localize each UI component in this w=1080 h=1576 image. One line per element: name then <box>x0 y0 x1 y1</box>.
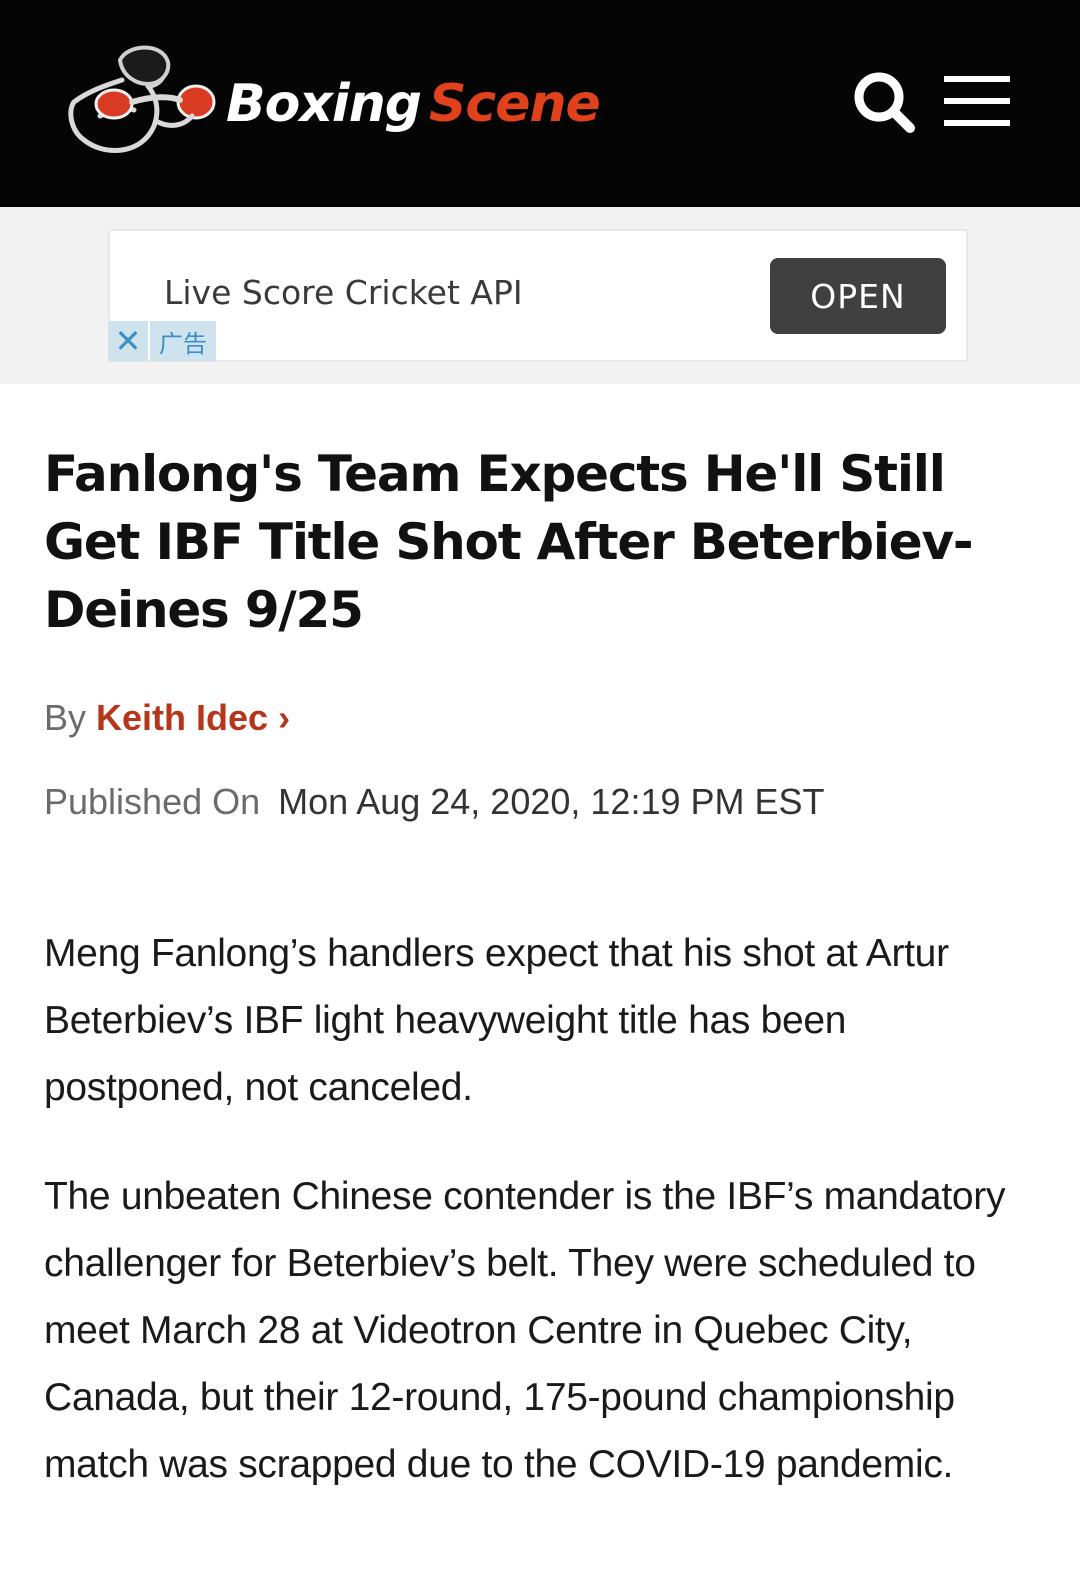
hamburger-menu-icon <box>944 76 1010 126</box>
ad-close-icon[interactable]: ✕ <box>108 321 148 361</box>
author-link[interactable]: Keith Idec <box>96 697 268 738</box>
article: Fanlong's Team Expects He'll Still Get I… <box>0 440 1080 1498</box>
logo-word-scene: Scene <box>428 74 601 134</box>
logo-word-boxing: Boxing <box>226 74 422 134</box>
ad-banner-area: Live Score Cricket API OPEN ✕ 广告 <box>0 207 1080 384</box>
chevron-right-icon[interactable]: › <box>278 697 290 738</box>
search-icon <box>854 72 915 133</box>
boxer-logo-icon <box>68 45 216 153</box>
ad-label: 广告 <box>150 321 216 361</box>
published-date: Mon Aug 24, 2020, 12:19 PM EST <box>278 781 825 822</box>
published-line: Published On Mon Aug 24, 2020, 12:19 PM … <box>44 780 1020 824</box>
ad-card[interactable]: Live Score Cricket API OPEN ✕ 广告 <box>108 229 968 362</box>
site-header: Boxing Scene <box>0 0 1080 207</box>
article-headline: Fanlong's Team Expects He'll Still Get I… <box>44 445 974 639</box>
ad-badge: ✕ 广告 <box>108 321 216 361</box>
byline: By Keith Idec › <box>44 696 1020 740</box>
published-label: Published On <box>44 781 261 822</box>
menu-button[interactable] <box>942 68 1012 138</box>
byline-label: By <box>44 697 87 738</box>
ad-open-button[interactable]: OPEN <box>770 258 946 334</box>
logo-wordmark: Boxing Scene <box>226 74 601 134</box>
site-logo[interactable]: Boxing Scene <box>60 40 601 160</box>
article-paragraph: Meng Fanlong’s handlers expect that his … <box>44 932 949 1109</box>
search-button[interactable] <box>850 68 920 138</box>
article-paragraph: The unbeaten Chinese contender is the IB… <box>44 1175 1006 1486</box>
ad-title[interactable]: Live Score Cricket API <box>164 273 523 312</box>
